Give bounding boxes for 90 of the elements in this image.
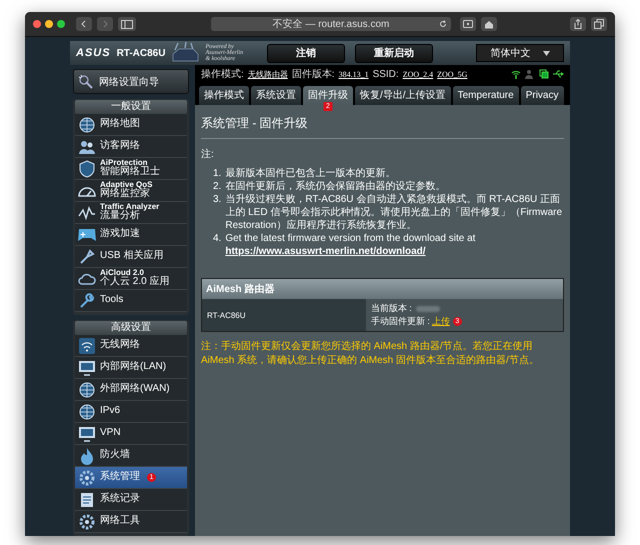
- menu-item[interactable]: 系统记录: [75, 489, 187, 511]
- header-button[interactable]: 重新启动: [355, 44, 433, 62]
- tab[interactable]: Temperature: [452, 86, 519, 105]
- menu-item[interactable]: 访客网络: [75, 136, 187, 158]
- menu-item[interactable]: AiCloud 2.0 个人云 2.0 应用: [75, 268, 187, 290]
- tabs-button[interactable]: [591, 17, 607, 31]
- menu-item[interactable]: Traffic Analyzer 流量分析: [75, 202, 187, 224]
- list-number: 1.: [213, 167, 222, 180]
- firmware-link[interactable]: 384.13_1: [338, 70, 369, 78]
- close-icon[interactable]: [33, 20, 41, 28]
- current-version-label: 当前版本 :: [370, 302, 412, 315]
- menu-item[interactable]: 网络工具: [75, 511, 187, 533]
- download-link[interactable]: https://www.asuswrt-merlin.net/download/: [225, 246, 426, 257]
- menu-item[interactable]: Tools: [75, 290, 187, 312]
- page-title: 系统管理 - 固件升级: [201, 115, 309, 132]
- flame-icon: [78, 446, 96, 464]
- shield-icon: [78, 160, 96, 178]
- people-icon[interactable]: [525, 69, 535, 79]
- minimize-icon[interactable]: [45, 20, 53, 28]
- ssid-label: SSID:: [372, 68, 399, 80]
- section-heading: 一般设置: [75, 100, 187, 114]
- wifi-icon[interactable]: [511, 69, 521, 79]
- ssid-link[interactable]: ZOO_2.4: [402, 70, 434, 78]
- list-number: 3.: [213, 193, 222, 207]
- note-label: 注:: [201, 148, 215, 161]
- tab[interactable]: 操作模式: [199, 86, 249, 104]
- download-button[interactable]: [460, 17, 476, 31]
- firmware-label: 固件版本:: [292, 68, 335, 81]
- share-icon: [574, 19, 582, 29]
- note-text: 在固件更新后，系统仍会保留路由器的设定参数。: [225, 180, 446, 193]
- blurred-value: [416, 306, 440, 312]
- header-button[interactable]: 注销: [267, 44, 345, 62]
- brand-logo: ASUS: [76, 47, 111, 59]
- list-number: 4.: [213, 232, 222, 246]
- wifi-icon: [78, 336, 96, 354]
- warning-text: 注：手动固件更新仅会更新您所选择的 AiMesh 路由器/节点。若您正在使用 AiMesh 系统，请确认您上传正确的 AiMesh 固件版本至合适的路由器/节点。: [201, 340, 540, 368]
- list-number: 2.: [213, 180, 222, 193]
- gear-icon: [78, 468, 96, 486]
- back-icon: [80, 20, 88, 28]
- mode-link[interactable]: 无线路由器: [248, 68, 288, 80]
- menu-item[interactable]: VPN: [75, 423, 187, 445]
- menu-item[interactable]: 防火墙: [75, 445, 187, 467]
- globe-icon: [78, 380, 96, 398]
- copy-icon[interactable]: [539, 69, 549, 79]
- forward-icon: [101, 20, 109, 28]
- note-text: Get the latest firmware version from the download site at https://www.asuswrt-merlin.net/download/: [225, 232, 476, 258]
- menu-item[interactable]: IPv6: [75, 401, 187, 423]
- upload-link[interactable]: 上传: [432, 315, 450, 328]
- section-heading: 高级设置: [75, 321, 187, 335]
- share-button[interactable]: [570, 17, 586, 31]
- tab[interactable]: Privacy: [520, 86, 564, 105]
- caret-icon: [542, 50, 550, 56]
- monitor-icon: [78, 424, 96, 442]
- language-dropdown[interactable]: 简体中文: [476, 44, 564, 62]
- router-drawing: [171, 42, 200, 64]
- back-button[interactable]: [76, 17, 92, 31]
- document-icon: [78, 490, 96, 508]
- menu-item[interactable]: 网络地图: [75, 114, 187, 136]
- home-button[interactable]: [481, 17, 497, 31]
- manual-update-label: 手动固件更新 :: [370, 315, 430, 328]
- home-icon: [484, 20, 494, 28]
- model-name: RT-AC86U: [116, 48, 166, 58]
- menu-item[interactable]: 内部网络(LAN): [75, 357, 187, 379]
- mode-label: 操作模式:: [201, 68, 244, 81]
- wrench-icon: [78, 292, 96, 310]
- tab[interactable]: 恢复/导出/上传设置: [355, 86, 451, 104]
- menu-item[interactable]: Adaptive QoS 网络监控家: [75, 180, 187, 202]
- sidebar-button[interactable]: [118, 17, 136, 31]
- menu-item[interactable]: 游戏加速: [75, 224, 187, 246]
- zoom-icon[interactable]: [57, 20, 65, 28]
- table-header: AiMesh 路由器: [202, 279, 563, 299]
- gear-icon: [78, 512, 96, 530]
- chart-icon: [78, 204, 96, 222]
- forward-button[interactable]: [97, 17, 113, 31]
- globe-icon: [78, 402, 96, 420]
- globe-icon: [78, 116, 96, 134]
- menu-item[interactable]: AiProtection 智能网络卫士: [75, 158, 187, 180]
- ssid-link[interactable]: ZOO_5G: [437, 70, 468, 78]
- device-cell: RT-AC86U: [202, 299, 366, 331]
- tab[interactable]: 系统设置: [251, 86, 301, 104]
- note-text: 最新版本固件已包含上一版本的更新。: [225, 167, 396, 180]
- note-text: 当升级过程失败，RT-AC86U 会自动进入紧急救援模式。而 RT-AC86U 正面上的 LED 信号即会指示此种情况。请使用光盘上的「固件修复」（Firmware Restoration）应用程序进行系统恢复作业。: [225, 193, 564, 232]
- quick-setup-button[interactable]: 网络设置向导: [73, 69, 189, 94]
- tab[interactable]: 固件升级: [303, 86, 353, 104]
- address-bar[interactable]: 不安全 — router.asus.com: [211, 17, 451, 31]
- menu-item[interactable]: 外部网络(WAN): [75, 379, 187, 401]
- menu-item[interactable]: USB 相关应用: [75, 246, 187, 268]
- monitor-icon: [78, 358, 96, 376]
- menu-item[interactable]: 无线网络: [75, 335, 187, 357]
- reload-icon[interactable]: [439, 20, 447, 28]
